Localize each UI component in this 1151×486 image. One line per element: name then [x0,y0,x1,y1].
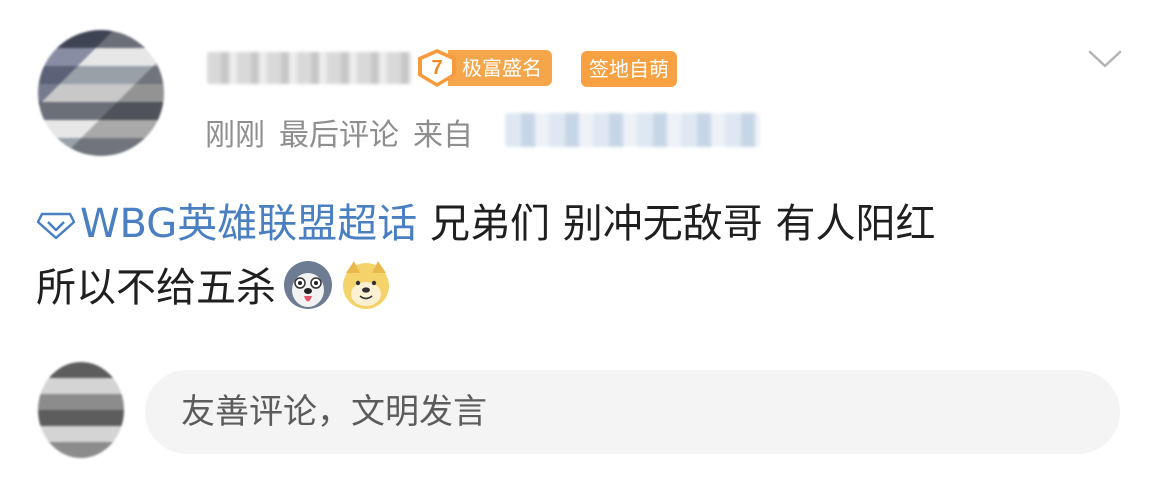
current-user-avatar [38,362,124,458]
level-title: 极富盛名 [448,50,552,86]
user-tag-badge: 签地自萌 [581,51,677,87]
chevron-down-icon[interactable] [1087,44,1123,74]
post-text-line1: 兄弟们 别冲无敌哥 有人阳红 [417,201,936,247]
topic-link[interactable]: WBG英雄联盟超话 [36,201,417,247]
post-meta: 刚刚 最后评论 来自 [205,110,487,154]
topic-label: WBG英雄联盟超话 [80,201,418,247]
post-content: WBG英雄联盟超话 兄弟们 别冲无敌哥 有人阳红 所以不给五杀 [36,192,1131,320]
doge-emoji-icon [343,261,389,309]
husky-emoji-icon [284,261,332,309]
level-number: 7 [431,56,443,79]
last-comment-label: 最后评论 [279,118,399,153]
comment-input[interactable] [145,370,1120,454]
post-time: 刚刚 [205,118,265,153]
post-text-line2: 所以不给五杀 [36,265,276,311]
author-avatar[interactable] [38,30,164,156]
user-level-badge: 7 极富盛名 [418,48,552,88]
source-prefix: 来自 [413,118,473,153]
diamond-topic-icon [36,212,76,240]
author-username[interactable] [207,52,412,84]
post-source[interactable] [505,113,760,147]
